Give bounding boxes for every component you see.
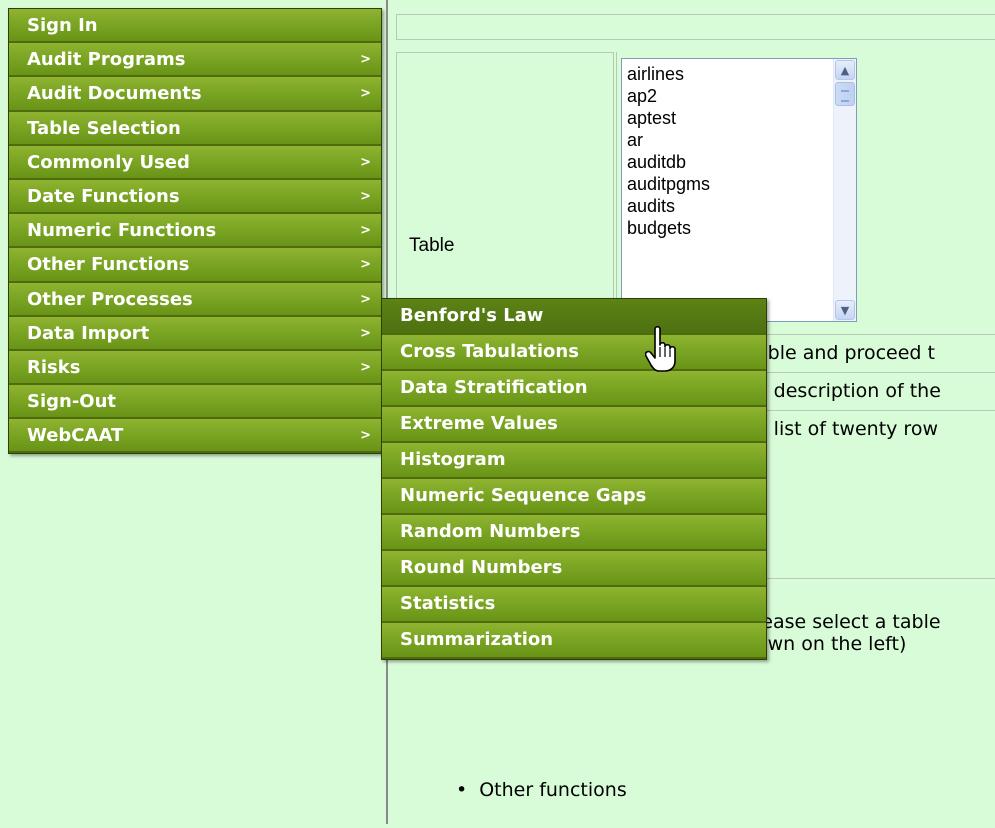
menu-item-numeric-functions[interactable]: Numeric Functions >	[9, 214, 381, 249]
table-option[interactable]: auditpgms	[627, 173, 817, 195]
submenu-item-label: Cross Tabulations	[400, 341, 579, 362]
instruction-text-3: a list of twenty row	[756, 418, 938, 440]
chevron-right-icon: >	[360, 86, 371, 102]
menu-item-label: Commonly Used	[27, 151, 190, 173]
menu-item-label: Other Functions	[27, 254, 190, 276]
table-label-cell: Table	[396, 52, 614, 332]
main-menu: Sign In Audit Programs > Audit Documents > Ta…	[8, 8, 382, 455]
instruction-text-1: able and proceed t	[756, 342, 935, 364]
submenu-item-label: Data Stratification	[400, 377, 588, 398]
chevron-right-icon: >	[360, 223, 371, 239]
menu-item-label: Date Functions	[27, 185, 180, 207]
menu-item-other-processes[interactable]: Other Processes >	[9, 282, 381, 317]
submenu-item-statistics[interactable]: Statistics	[382, 587, 766, 623]
footer-bullet: Other functions	[456, 779, 627, 801]
menu-item-date-functions[interactable]: Date Functions >	[9, 179, 381, 215]
table-option[interactable]: ar	[627, 129, 817, 151]
submenu-item-random-numbers[interactable]: Random Numbers	[382, 515, 766, 551]
chevron-right-icon: >	[360, 325, 371, 341]
chevron-right-icon: >	[360, 257, 371, 273]
chevron-right-icon: >	[360, 428, 371, 444]
submenu-item-label: Benford's Law	[400, 305, 544, 326]
table-option[interactable]: airlines	[627, 63, 817, 85]
menu-item-label: Table Selection	[27, 117, 181, 139]
submenu-item-benford-s-law[interactable]: Benford's Law	[382, 299, 766, 335]
menu-item-table-selection[interactable]: Table Selection	[9, 111, 381, 146]
chevron-right-icon: >	[360, 291, 371, 307]
chevron-right-icon: >	[360, 188, 371, 204]
table-option[interactable]: ap2	[627, 85, 817, 107]
menu-item-label: Other Processes	[27, 288, 193, 310]
menu-item-sign-in[interactable]: Sign In	[9, 9, 381, 44]
submenu-item-label: Random Numbers	[400, 521, 581, 542]
menu-item-label: Audit Programs	[27, 49, 186, 71]
submenu-item-cross-tabulations[interactable]: Cross Tabulations	[382, 335, 766, 371]
submenu-item-round-numbers[interactable]: Round Numbers	[382, 551, 766, 587]
menu-item-label: WebCAAT	[27, 425, 124, 447]
submenu-item-label: Extreme Values	[400, 413, 558, 434]
submenu-item-numeric-sequence-gaps[interactable]: Numeric Sequence Gaps	[382, 479, 766, 515]
menu-item-other-functions[interactable]: Other Functions >	[9, 248, 381, 283]
menu-item-sign-out[interactable]: Sign-Out	[9, 385, 381, 420]
scroll-thumb[interactable]	[835, 82, 855, 106]
footer-text-line-2: own on the left)	[756, 633, 907, 655]
menu-item-data-import[interactable]: Data Import >	[9, 316, 381, 351]
table-label: Table	[409, 235, 455, 256]
scroll-down-button[interactable]: ▼	[835, 300, 855, 320]
menu-item-risks[interactable]: Risks >	[9, 350, 381, 386]
instruction-text-2: a description of the	[756, 380, 941, 402]
numeric-functions-submenu: Benford's Law Cross Tabulations Data Strat…	[381, 298, 767, 660]
menu-item-webcaat[interactable]: WebCAAT >	[9, 419, 381, 454]
submenu-item-label: Histogram	[400, 449, 506, 470]
menu-item-commonly-used[interactable]: Commonly Used >	[9, 145, 381, 180]
footer-text-line-1: lease select a table	[756, 611, 941, 633]
submenu-item-label: Statistics	[400, 593, 496, 614]
listbox-cell: airlines ap2 aptest ar auditdb auditpgms audit…	[616, 52, 995, 332]
table-option[interactable]: budgets	[627, 217, 817, 239]
menu-item-label: Sign-Out	[27, 391, 117, 413]
table-listbox[interactable]: airlines ap2 aptest ar auditdb auditpgms audit…	[621, 58, 857, 322]
scroll-up-button[interactable]: ▲	[835, 60, 855, 80]
listbox-scrollbar[interactable]: ▲ ▼	[833, 59, 856, 321]
menu-item-audit-documents[interactable]: Audit Documents >	[9, 77, 381, 112]
submenu-item-histogram[interactable]: Histogram	[382, 443, 766, 479]
chevron-right-icon: >	[360, 359, 371, 375]
table-option[interactable]: audits	[627, 195, 817, 217]
menu-item-label: Risks	[27, 356, 81, 378]
menu-item-label: Numeric Functions	[27, 220, 217, 242]
hand-pointer-icon	[645, 325, 676, 372]
table-option[interactable]: auditdb	[627, 151, 817, 173]
footer-text: lease select a table own on the left)	[756, 611, 941, 655]
submenu-item-data-stratification[interactable]: Data Stratification	[382, 371, 766, 407]
menu-item-label: Sign In	[27, 15, 98, 36]
menu-item-label: Data Import	[27, 322, 150, 344]
menu-item-audit-programs[interactable]: Audit Programs >	[9, 43, 381, 78]
header-bar	[396, 14, 995, 40]
table-option[interactable]: aptest	[627, 107, 817, 129]
submenu-item-label: Numeric Sequence Gaps	[400, 485, 647, 506]
submenu-item-extreme-values[interactable]: Extreme Values	[382, 407, 766, 443]
chevron-right-icon: >	[360, 154, 371, 170]
menu-item-label: Audit Documents	[27, 83, 202, 105]
submenu-item-label: Summarization	[400, 629, 554, 650]
submenu-item-label: Round Numbers	[400, 557, 563, 578]
chevron-right-icon: >	[360, 52, 371, 68]
submenu-item-summarization[interactable]: Summarization	[382, 623, 766, 659]
table-list-items: airlines ap2 aptest ar auditdb auditpgms audit…	[627, 63, 817, 239]
